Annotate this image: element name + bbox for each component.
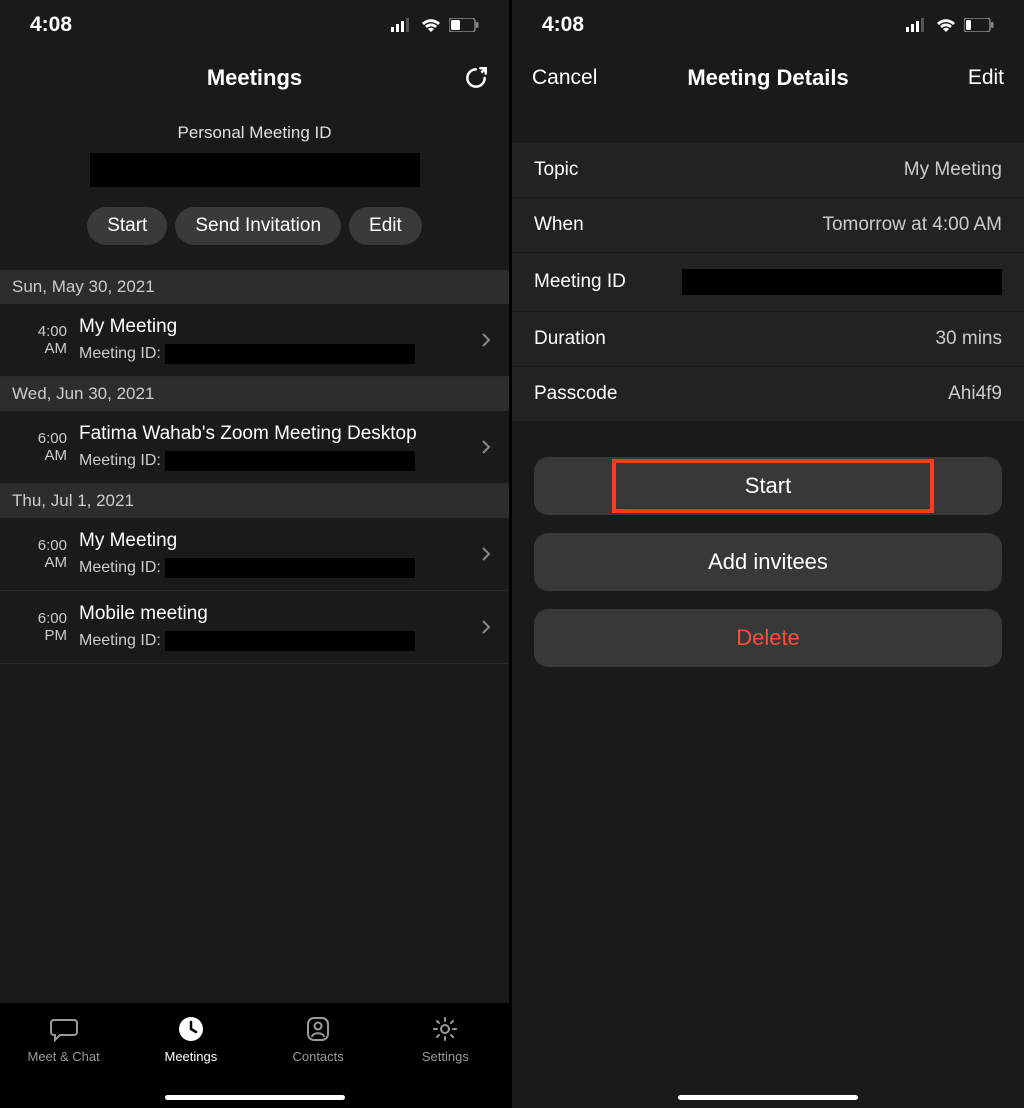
- meeting-title: My Meeting: [79, 316, 475, 338]
- meeting-id-redacted: [682, 269, 1002, 295]
- status-indicators: [906, 18, 994, 33]
- meeting-row[interactable]: 4:00 AM My Meeting Meeting ID:: [0, 304, 509, 377]
- meeting-row[interactable]: 6:00 AM Fatima Wahab's Zoom Meeting Desk…: [0, 411, 509, 484]
- detail-topic: Topic My Meeting: [512, 143, 1024, 198]
- meeting-id: Meeting ID:: [79, 631, 475, 651]
- detail-meeting-id: Meeting ID: [512, 253, 1024, 312]
- page-title: Meetings: [0, 65, 509, 91]
- pmi-value-redacted: [90, 153, 420, 187]
- meeting-title: My Meeting: [79, 530, 475, 552]
- status-bar: 4:08: [512, 0, 1024, 50]
- date-section-header: Sun, May 30, 2021: [0, 270, 509, 304]
- meeting-time: 6:00 AM: [12, 537, 67, 572]
- nav-header-right: Cancel Meeting Details Edit: [512, 50, 1024, 105]
- edit-pmi-button[interactable]: Edit: [349, 207, 422, 245]
- tab-meetings[interactable]: Meetings: [136, 1015, 246, 1064]
- pmi-label: Personal Meeting ID: [0, 123, 509, 143]
- meeting-time: 6:00 PM: [12, 610, 67, 645]
- chat-icon: [50, 1015, 78, 1043]
- status-time: 4:08: [30, 13, 72, 37]
- chevron-right-icon: [475, 619, 497, 635]
- battery-icon: [964, 18, 994, 32]
- meetings-list-screen: 4:08 Meetings Personal Meeting ID Start …: [0, 0, 512, 1108]
- start-meeting-button[interactable]: Start: [534, 457, 1002, 515]
- send-invitation-button[interactable]: Send Invitation: [175, 207, 341, 245]
- start-button-highlight: Start: [534, 457, 1002, 515]
- start-button[interactable]: Start: [87, 207, 167, 245]
- status-indicators: [391, 18, 479, 33]
- add-invitees-button[interactable]: Add invitees: [534, 533, 1002, 591]
- meeting-row[interactable]: 6:00 AM My Meeting Meeting ID:: [0, 518, 509, 591]
- meeting-time: 6:00 AM: [12, 430, 67, 465]
- meeting-id: Meeting ID:: [79, 344, 475, 364]
- tab-meet-chat[interactable]: Meet & Chat: [9, 1015, 119, 1064]
- date-section-header: Wed, Jun 30, 2021: [0, 377, 509, 411]
- meeting-time: 4:00 AM: [12, 323, 67, 358]
- contacts-icon: [305, 1015, 331, 1043]
- chevron-right-icon: [475, 439, 497, 455]
- meeting-details-screen: 4:08 Cancel Meeting Details Edit Topic M…: [512, 0, 1024, 1108]
- gear-icon: [432, 1015, 458, 1043]
- meeting-row[interactable]: 6:00 PM Mobile meeting Meeting ID:: [0, 591, 509, 664]
- detail-duration: Duration 30 mins: [512, 312, 1024, 367]
- personal-meeting-section: Personal Meeting ID Start Send Invitatio…: [0, 105, 509, 270]
- chevron-right-icon: [475, 332, 497, 348]
- home-indicator[interactable]: [678, 1095, 858, 1100]
- meeting-title: Fatima Wahab's Zoom Meeting Desktop: [79, 423, 475, 445]
- delete-meeting-button[interactable]: Delete: [534, 609, 1002, 667]
- cellular-icon: [391, 18, 413, 32]
- status-time: 4:08: [542, 13, 584, 37]
- tab-settings[interactable]: Settings: [390, 1015, 500, 1064]
- edit-button[interactable]: Edit: [968, 66, 1004, 90]
- chevron-right-icon: [475, 546, 497, 562]
- cancel-button[interactable]: Cancel: [532, 66, 597, 90]
- meeting-id: Meeting ID:: [79, 558, 475, 578]
- meeting-id: Meeting ID:: [79, 451, 475, 471]
- clock-icon: [178, 1015, 204, 1043]
- detail-when: When Tomorrow at 4:00 AM: [512, 198, 1024, 253]
- wifi-icon: [936, 18, 956, 33]
- nav-header-left: Meetings: [0, 50, 509, 105]
- meeting-title: Mobile meeting: [79, 603, 475, 625]
- home-indicator[interactable]: [165, 1095, 345, 1100]
- battery-icon: [449, 18, 479, 32]
- action-buttons: Start Add invitees Delete: [512, 422, 1024, 667]
- tab-contacts[interactable]: Contacts: [263, 1015, 373, 1064]
- status-bar: 4:08: [0, 0, 509, 50]
- detail-list: Topic My Meeting When Tomorrow at 4:00 A…: [512, 143, 1024, 422]
- wifi-icon: [421, 18, 441, 33]
- cellular-icon: [906, 18, 928, 32]
- refresh-icon[interactable]: [463, 65, 489, 91]
- date-section-header: Thu, Jul 1, 2021: [0, 484, 509, 518]
- detail-passcode: Passcode Ahi4f9: [512, 367, 1024, 422]
- tab-bar: Meet & Chat Meetings Contacts Settings: [0, 1003, 509, 1108]
